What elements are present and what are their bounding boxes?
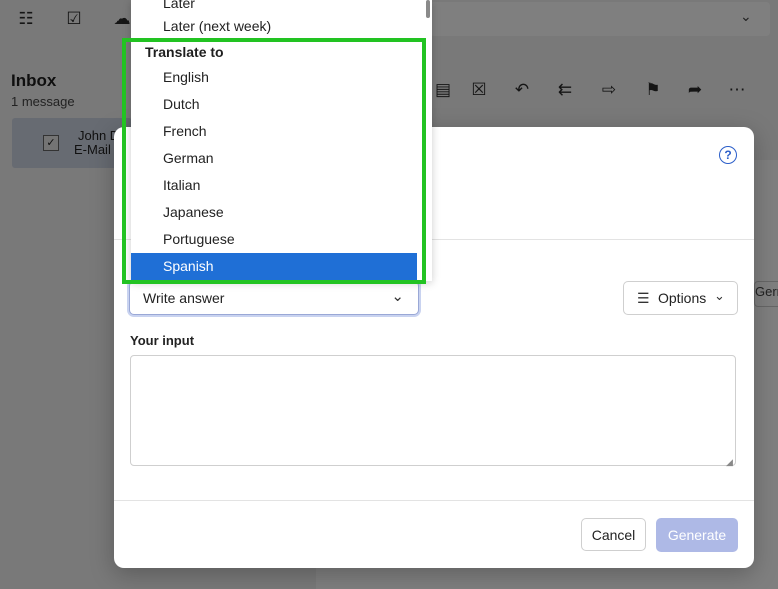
- menu-item-dutch[interactable]: Dutch: [131, 91, 417, 118]
- options-label: Options: [658, 290, 707, 306]
- menu-item-spanish[interactable]: Spanish: [131, 253, 417, 280]
- options-button[interactable]: ☰ Options ⌄: [623, 281, 738, 315]
- resize-grip-icon[interactable]: ◢: [726, 457, 733, 468]
- menu-section-header: Translate to: [145, 44, 224, 60]
- menu-scrollbar[interactable]: [424, 0, 432, 281]
- input-textarea[interactable]: [130, 355, 736, 466]
- chevron-down-icon: ⌄: [714, 288, 725, 303]
- menu-item-french[interactable]: French: [131, 118, 417, 145]
- action-select-value: Write answer: [143, 290, 225, 306]
- menu-item-italian[interactable]: Italian: [131, 172, 417, 199]
- menu-item-japanese[interactable]: Japanese: [131, 199, 417, 226]
- help-icon[interactable]: ?: [719, 146, 737, 164]
- divider: [114, 500, 754, 501]
- action-select[interactable]: Write answer ⌄: [129, 281, 419, 315]
- menu-item-english[interactable]: English: [131, 64, 417, 91]
- menu-scrollbar-thumb[interactable]: [426, 0, 430, 18]
- input-label: Your input: [130, 333, 195, 348]
- menu-item-later-next-week[interactable]: Later (next week): [131, 13, 417, 40]
- sliders-icon: ☰: [637, 290, 650, 306]
- chevron-down-icon: ⌄: [391, 288, 404, 305]
- action-dropdown-menu: Later Later (next week) Translate to Eng…: [131, 0, 432, 281]
- menu-item-german[interactable]: German: [131, 145, 417, 172]
- cancel-button[interactable]: Cancel: [581, 518, 646, 551]
- generate-button[interactable]: Generate: [656, 518, 738, 552]
- menu-item-portuguese[interactable]: Portuguese: [131, 226, 417, 253]
